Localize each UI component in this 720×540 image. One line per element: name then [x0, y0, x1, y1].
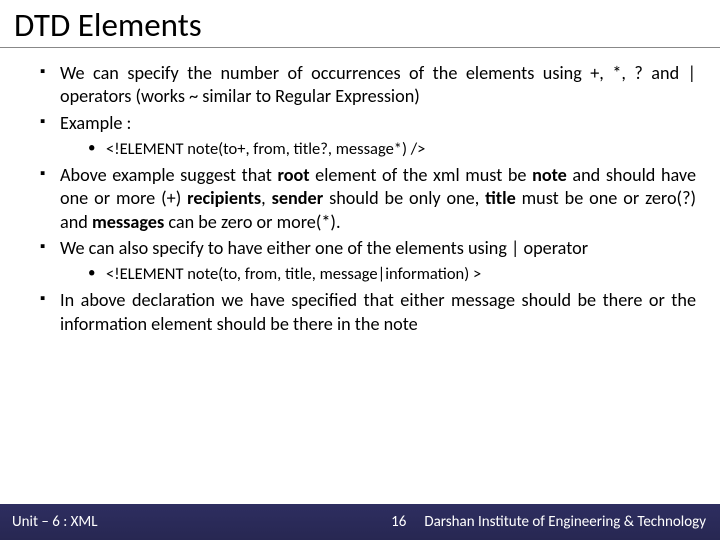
- text-run: should be only one,: [323, 187, 485, 209]
- bold-run: root: [277, 164, 309, 186]
- bullet-item: Above example suggest that root element …: [40, 164, 696, 234]
- slide-container: DTD Elements We can specify the number o…: [0, 0, 720, 540]
- bullet-list: We can specify the number of occurrences…: [24, 62, 696, 336]
- bullet-item: We can specify the number of occurrences…: [40, 62, 696, 109]
- bold-run: sender: [272, 187, 324, 209]
- slide-footer: Unit – 6 : XML 16 Darshan Institute of E…: [0, 504, 720, 540]
- slide-content: We can specify the number of occurrences…: [0, 62, 720, 540]
- bold-run: recipients: [187, 187, 261, 209]
- text-run: element of the xml must be: [310, 164, 532, 186]
- code-text: <!ELEMENT note(to+, from, title?, messag…: [106, 139, 425, 159]
- bullet-text: We can specify the number of occurrences…: [60, 62, 696, 107]
- bullet-text: We can also specify to have either one o…: [60, 237, 588, 259]
- sub-item: <!ELEMENT note(to+, from, title?, messag…: [88, 139, 696, 160]
- footer-institute: Darshan Institute of Engineering & Techn…: [424, 513, 720, 531]
- code-text: <!ELEMENT note(to, from, title, message|…: [106, 264, 481, 284]
- sub-list: <!ELEMENT note(to, from, title, message|…: [60, 264, 696, 285]
- bullet-item: Example : <!ELEMENT note(to+, from, titl…: [40, 112, 696, 160]
- text-run: ,: [261, 187, 271, 209]
- footer-unit: Unit – 6 : XML: [0, 513, 98, 531]
- bold-run: messages: [92, 211, 164, 233]
- bold-run: title: [485, 187, 516, 209]
- footer-page-number: 16: [373, 513, 424, 531]
- bullet-text: In above declaration we have specified t…: [60, 289, 696, 334]
- slide-title: DTD Elements: [0, 0, 720, 48]
- bullet-item: We can also specify to have either one o…: [40, 237, 696, 285]
- text-run: Above example suggest that: [60, 164, 277, 186]
- sub-item: <!ELEMENT note(to, from, title, message|…: [88, 264, 696, 285]
- bullet-item: In above declaration we have specified t…: [40, 289, 696, 336]
- bold-run: note: [532, 164, 567, 186]
- bullet-text: Example :: [60, 112, 131, 134]
- text-run: can be zero or more(*).: [164, 211, 340, 233]
- sub-list: <!ELEMENT note(to+, from, title?, messag…: [60, 139, 696, 160]
